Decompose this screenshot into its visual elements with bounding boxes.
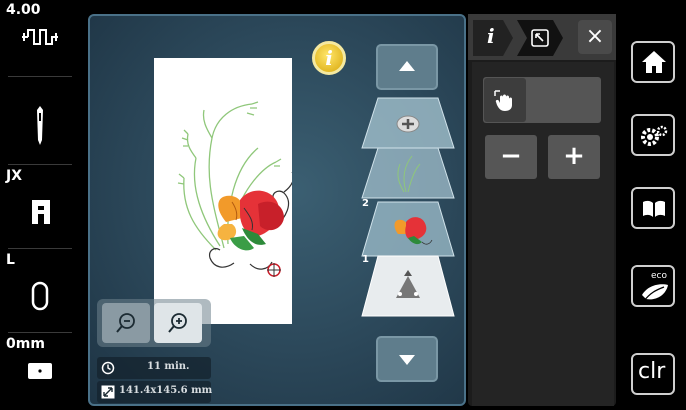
eco-button[interactable]: eco (631, 265, 675, 307)
needle-button[interactable] (0, 80, 80, 160)
presser-foot-button[interactable]: JX (0, 166, 80, 244)
tab-info-label: i (487, 24, 495, 48)
layer-card (361, 201, 455, 257)
stitch-plate-icon (28, 363, 52, 379)
decrease-button[interactable]: − (485, 135, 537, 179)
clr-label: clr (638, 359, 666, 384)
design-size-value: 141.4x145.6 mm (119, 385, 213, 396)
tab-info[interactable]: i (473, 20, 513, 56)
scroll-down-button[interactable] (376, 336, 438, 382)
scroll-up-button[interactable] (376, 44, 438, 90)
stitch-width-value: 4.00 (6, 2, 41, 18)
layer-1[interactable] (360, 200, 456, 257)
stitch-time-value: 11 min. (147, 361, 190, 372)
stitch-time-readout: 11 min. (97, 357, 211, 379)
layer-add[interactable] (360, 96, 456, 149)
clr-button[interactable]: clr (631, 353, 675, 395)
stitch-pattern-icon (22, 29, 58, 45)
resize-icon (101, 385, 115, 399)
layer-fabric[interactable] (360, 254, 456, 320)
stitch-plate-button[interactable]: 0mm (0, 334, 80, 406)
embroidery-design-preview (177, 101, 295, 277)
eco-label: eco (651, 271, 667, 281)
book-icon (643, 200, 665, 217)
zoom-out-icon (116, 313, 135, 333)
design-center-marker (267, 263, 281, 277)
gear-icon (641, 125, 668, 146)
info-button[interactable]: i (312, 41, 346, 75)
zoom-out-button[interactable] (102, 303, 150, 343)
presser-foot-icon (32, 200, 50, 224)
home-icon (642, 51, 666, 73)
hoop-area[interactable] (154, 58, 295, 324)
needle-icon (37, 106, 43, 145)
fabric-layer-card (361, 255, 455, 317)
triangle-down-icon (399, 355, 415, 365)
hoop-value: L (6, 252, 15, 268)
zoom-in-icon (168, 313, 187, 333)
eco-leaf-icon (642, 284, 668, 302)
move-design-icon (531, 29, 549, 47)
stitch-width-button[interactable]: 4.00 (0, 0, 80, 72)
zoom-controls (97, 299, 211, 347)
clock-icon (101, 361, 115, 375)
hand-move-icon (494, 90, 512, 111)
hoop-icon (31, 281, 49, 311)
layer-card (361, 147, 455, 199)
setup-button[interactable] (631, 114, 675, 156)
move-hand-button[interactable] (484, 78, 526, 122)
presser-foot-value: JX (6, 168, 23, 184)
tutorial-button[interactable] (631, 187, 675, 229)
design-size-readout: 141.4x145.6 mm (97, 381, 213, 403)
zoom-in-button[interactable] (154, 303, 202, 343)
close-button[interactable]: × (578, 20, 612, 54)
status-bar: 4.00 JX L 0mm (0, 0, 80, 410)
add-layer-card (361, 97, 455, 149)
triangle-up-icon (399, 61, 415, 71)
needle-position-value: 0mm (6, 336, 45, 352)
increase-button[interactable]: + (548, 135, 600, 179)
hoop-button[interactable]: L (0, 250, 80, 328)
tab-move[interactable] (517, 20, 563, 56)
layer-2[interactable] (360, 146, 456, 199)
home-button[interactable] (631, 41, 675, 83)
